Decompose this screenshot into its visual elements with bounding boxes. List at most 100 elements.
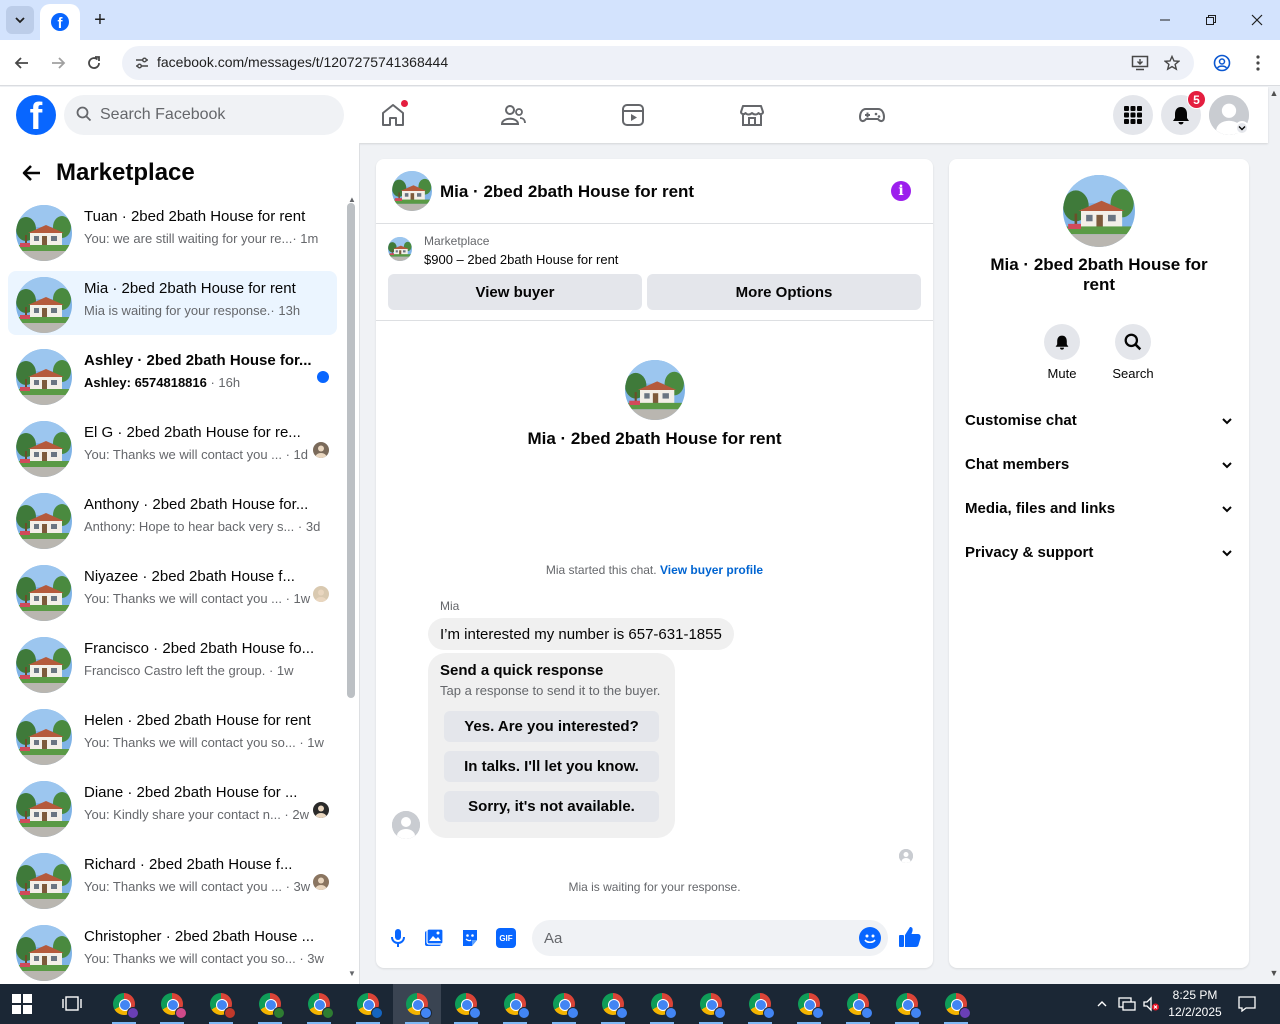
conversation-item[interactable]: Tuan · 2bed 2bath House for rent You: we … bbox=[8, 199, 337, 263]
install-app-icon[interactable] bbox=[1128, 51, 1152, 75]
conversation-item[interactable]: Richard · 2bed 2bath House f... You: Than… bbox=[8, 847, 337, 911]
browser-menu-button[interactable] bbox=[1244, 49, 1272, 77]
network-icon[interactable] bbox=[1118, 984, 1136, 1024]
conversation-item[interactable]: Diane · 2bed 2bath House for ... You: Kin… bbox=[8, 775, 337, 839]
bell-icon[interactable] bbox=[1044, 324, 1080, 360]
taskbar-chrome-window[interactable] bbox=[883, 984, 931, 1024]
address-bar[interactable]: facebook.com/messages/t/1207275741368444 bbox=[122, 46, 1194, 80]
facebook-search[interactable] bbox=[64, 95, 344, 135]
nav-friends[interactable] bbox=[499, 101, 527, 129]
message-input[interactable] bbox=[544, 920, 844, 956]
taskbar-chrome-window[interactable] bbox=[638, 984, 686, 1024]
more-options-button[interactable]: More Options bbox=[647, 274, 921, 310]
windows-start-icon[interactable] bbox=[12, 994, 32, 1014]
tab-search-button[interactable] bbox=[6, 6, 34, 34]
message-composer[interactable] bbox=[532, 920, 888, 956]
taskbar-chrome-window[interactable] bbox=[148, 984, 196, 1024]
taskbar-chrome-window[interactable] bbox=[246, 984, 294, 1024]
section-privacy-support[interactable]: Privacy & support bbox=[957, 531, 1241, 575]
conversation-item[interactable]: Francisco · 2bed 2bath House fo... Franci… bbox=[8, 631, 337, 695]
reload-button[interactable] bbox=[80, 49, 108, 77]
taskbar-chrome-window[interactable] bbox=[197, 984, 245, 1024]
taskbar-chrome-window[interactable] bbox=[442, 984, 490, 1024]
back-button[interactable] bbox=[8, 49, 36, 77]
conversation-item[interactable]: Niyazee · 2bed 2bath House f... You: Than… bbox=[8, 559, 337, 623]
browser-tab-facebook[interactable]: f bbox=[40, 4, 80, 40]
snippet-time: · 16h bbox=[206, 375, 241, 390]
buyer-profile-picture[interactable] bbox=[625, 360, 685, 420]
close-window-button[interactable] bbox=[1234, 0, 1280, 40]
nav-marketplace[interactable] bbox=[738, 101, 766, 129]
quick-response-yes[interactable]: Yes. Are you interested? bbox=[444, 711, 659, 742]
view-buyer-button[interactable]: View buyer bbox=[388, 274, 642, 310]
bookmark-star-icon[interactable] bbox=[1160, 51, 1184, 75]
view-buyer-profile-link[interactable]: View buyer profile bbox=[660, 563, 763, 577]
profile-button[interactable] bbox=[1208, 49, 1236, 77]
thumbs-up-icon[interactable] bbox=[898, 925, 922, 949]
menu-button[interactable] bbox=[1113, 95, 1153, 135]
conversation-item[interactable]: Helen · 2bed 2bath House for rent You: Th… bbox=[8, 703, 337, 767]
info-icon[interactable]: i bbox=[891, 181, 911, 201]
taskbar-chrome-window[interactable] bbox=[785, 984, 833, 1024]
sidebar-scroll-down-arrow[interactable]: ▼ bbox=[347, 969, 357, 978]
taskbar-chrome-window[interactable] bbox=[540, 984, 588, 1024]
site-info-icon[interactable] bbox=[130, 51, 154, 75]
sidebar-scrollbar[interactable] bbox=[347, 203, 355, 698]
snippet-time: · 1w bbox=[282, 591, 311, 606]
section-customise-chat[interactable]: Customise chat bbox=[957, 399, 1241, 443]
taskbar-chrome-window[interactable] bbox=[100, 984, 148, 1024]
info-profile-picture[interactable] bbox=[1063, 175, 1135, 247]
conversation-item[interactable]: Mia · 2bed 2bath House for rent Mia is wa… bbox=[8, 271, 337, 335]
nav-video[interactable] bbox=[619, 101, 647, 129]
conversation-item[interactable]: Ashley · 2bed 2bath House for... Ashley: … bbox=[8, 343, 337, 407]
mute-action[interactable]: Mute bbox=[1032, 324, 1092, 381]
taskbar-chrome-window[interactable] bbox=[393, 984, 441, 1024]
microphone-icon[interactable] bbox=[386, 926, 410, 950]
forward-button[interactable] bbox=[44, 49, 72, 77]
search-icon[interactable] bbox=[1115, 324, 1151, 360]
taskbar-chrome-window[interactable] bbox=[834, 984, 882, 1024]
snippet-time: · 1w bbox=[295, 735, 324, 750]
emoji-icon[interactable] bbox=[859, 927, 881, 949]
search-input[interactable] bbox=[100, 95, 330, 135]
gif-icon[interactable]: GIF bbox=[496, 928, 516, 948]
minimize-button[interactable] bbox=[1142, 0, 1188, 40]
account-menu-button[interactable] bbox=[1235, 121, 1249, 135]
taskbar-chrome-window[interactable] bbox=[491, 984, 539, 1024]
taskbar-chrome-window[interactable] bbox=[344, 984, 392, 1024]
taskbar-chrome-window[interactable] bbox=[736, 984, 784, 1024]
listing-price[interactable]: $900 – 2bed 2bath House for rent bbox=[424, 252, 618, 267]
taskbar-chrome-window[interactable] bbox=[932, 984, 980, 1024]
search-action[interactable]: Search bbox=[1103, 324, 1163, 381]
facebook-logo[interactable]: f bbox=[16, 95, 56, 135]
notification-center-icon[interactable] bbox=[1238, 984, 1256, 1024]
photo-icon[interactable] bbox=[422, 926, 446, 950]
quick-response-in-talks[interactable]: In talks. I'll let you know. bbox=[444, 751, 659, 782]
page-scroll-down-arrow[interactable]: ▼ bbox=[1268, 968, 1280, 980]
section-media-files-links[interactable]: Media, files and links bbox=[957, 487, 1241, 531]
new-tab-button[interactable]: + bbox=[88, 8, 112, 32]
task-view-icon[interactable] bbox=[48, 984, 96, 1024]
conversation-item[interactable]: Anthony · 2bed 2bath House for... Anthony… bbox=[8, 487, 337, 551]
chat-avatar[interactable] bbox=[392, 171, 432, 211]
conversation-item[interactable]: Christopher · 2bed 2bath House ... You: T… bbox=[8, 919, 337, 983]
message-bubble[interactable]: I’m interested my number is 657-631-1855 bbox=[428, 618, 734, 650]
restore-button[interactable] bbox=[1188, 0, 1234, 40]
chat-title[interactable]: Mia · 2bed 2bath House for rent bbox=[440, 182, 694, 202]
taskbar-chrome-window[interactable] bbox=[589, 984, 637, 1024]
sticker-icon[interactable] bbox=[458, 926, 482, 950]
show-hidden-icons[interactable] bbox=[1096, 984, 1108, 1024]
system-clock[interactable]: 8:25 PM 12/2/2025 bbox=[1160, 987, 1230, 1021]
listing-thumbnail[interactable] bbox=[388, 237, 412, 261]
page-scroll-up-arrow[interactable]: ▲ bbox=[1268, 88, 1280, 100]
nav-gaming[interactable] bbox=[858, 101, 886, 129]
taskbar-chrome-window[interactable] bbox=[687, 984, 735, 1024]
section-chat-members[interactable]: Chat members bbox=[957, 443, 1241, 487]
seen-avatar bbox=[313, 442, 329, 458]
quick-response-not-available[interactable]: Sorry, it's not available. bbox=[444, 791, 659, 822]
sender-avatar[interactable] bbox=[392, 811, 420, 839]
back-button[interactable] bbox=[16, 157, 48, 189]
taskbar-chrome-window[interactable] bbox=[295, 984, 343, 1024]
conversation-item[interactable]: El G · 2bed 2bath House for re... You: Th… bbox=[8, 415, 337, 479]
volume-muted-icon[interactable] bbox=[1142, 984, 1160, 1024]
